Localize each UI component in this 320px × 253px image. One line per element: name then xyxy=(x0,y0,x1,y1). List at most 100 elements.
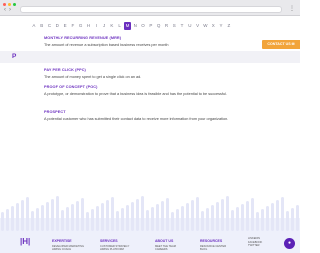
close-window-icon[interactable] xyxy=(3,3,6,6)
footer-link[interactable]: HIRING PLATFORM xyxy=(100,248,129,252)
alphabet-letter-c[interactable]: C xyxy=(46,22,54,30)
wave-drip xyxy=(226,196,229,231)
alphabet-letter-m[interactable]: M xyxy=(123,22,132,30)
wave-drip xyxy=(296,205,299,231)
wave-drip xyxy=(261,209,264,231)
twitter-link[interactable]: TWITTER xyxy=(248,244,262,248)
back-arrow-icon[interactable]: ‹ xyxy=(4,7,6,13)
alphabet-letter-t[interactable]: T xyxy=(178,22,186,30)
wave-drip xyxy=(131,202,134,231)
alphabet-letter-k[interactable]: K xyxy=(108,22,116,30)
wave-drip xyxy=(251,198,254,231)
footer-link[interactable]: BLOG xyxy=(200,248,226,252)
alphabet-letter-h[interactable]: H xyxy=(85,22,93,30)
glossary-entry: PROOF OF CONCEPT (POC) A prototype, or d… xyxy=(44,85,244,97)
wave-drip xyxy=(41,205,44,231)
footer-heading[interactable]: EXPERTISE xyxy=(52,239,84,243)
decorative-wave xyxy=(0,196,300,231)
wave-drip xyxy=(96,206,99,231)
minimize-window-icon[interactable] xyxy=(8,3,11,6)
footer-logo[interactable]: |H| xyxy=(20,237,30,246)
footer-column: EXPERTISE DEVELOPER MARKETING HIRING COA… xyxy=(52,239,84,252)
wave-drip xyxy=(271,203,274,231)
alphabet-letter-z[interactable]: Z xyxy=(225,22,233,30)
wave-drip xyxy=(76,201,79,231)
wave-drip xyxy=(11,206,14,231)
footer-column: RESOURCES RESOURCE CENTER BLOG xyxy=(200,239,226,252)
wave-drip xyxy=(1,212,4,231)
wave-drip xyxy=(6,209,9,231)
section-letter: P xyxy=(12,53,17,60)
chat-bubble-icon[interactable]: ● xyxy=(284,238,295,249)
wave-drip xyxy=(291,208,294,231)
wave-drip xyxy=(126,205,129,231)
glossary-entry: PAY PER CLICK (PPC) The amount of money … xyxy=(44,68,244,80)
wave-drip xyxy=(71,204,74,231)
wave-drip xyxy=(91,209,94,231)
footer-link[interactable]: HIRING COACH xyxy=(52,248,84,252)
wave-drip xyxy=(181,206,184,231)
alphabet-letter-j[interactable]: J xyxy=(100,22,108,30)
wave-drip xyxy=(246,201,249,231)
wave-drip xyxy=(86,212,89,231)
wave-drip xyxy=(61,210,64,231)
alphabet-letter-n[interactable]: N xyxy=(131,22,139,30)
wave-drip xyxy=(161,201,164,231)
glossary-definition: A potential customer who has submitted t… xyxy=(44,116,229,121)
alphabet-letter-d[interactable]: D xyxy=(53,22,61,30)
glossary-term: PROOF OF CONCEPT (POC) xyxy=(44,85,98,89)
alphabet-letter-e[interactable]: E xyxy=(61,22,69,30)
glossary-entry: MONTHLY RECURRING REVENUE (MRR) The amou… xyxy=(44,36,244,48)
wave-drip xyxy=(166,198,169,231)
wave-drip xyxy=(116,211,119,231)
footer-column: SERVICES CUSTOMER STRATEGY HIRING PLATFO… xyxy=(100,239,129,252)
footer-heading[interactable]: RESOURCES xyxy=(200,239,226,243)
alphabet-letter-w[interactable]: W xyxy=(202,22,210,30)
glossary-entry: PROSPECT A potential customer who has su… xyxy=(44,110,244,122)
alphabet-letter-y[interactable]: Y xyxy=(217,22,225,30)
wave-drip xyxy=(201,211,204,231)
forward-arrow-icon[interactable]: › xyxy=(9,7,11,13)
wave-drip xyxy=(266,206,269,231)
wave-drip xyxy=(56,196,59,231)
alphabet-letter-g[interactable]: G xyxy=(77,22,85,30)
wave-drip xyxy=(101,203,104,231)
glossary-definition: The amount of money spent to get a singl… xyxy=(44,74,142,79)
wave-drip xyxy=(106,200,109,231)
glossary-definition: The amount of revenue a subscription bas… xyxy=(44,42,169,47)
maximize-window-icon[interactable] xyxy=(13,3,16,6)
alphabet-letter-l[interactable]: L xyxy=(116,22,124,30)
wave-drip xyxy=(36,208,39,231)
alphabet-letter-v[interactable]: V xyxy=(194,22,202,30)
alphabet-letter-p[interactable]: P xyxy=(147,22,155,30)
footer-heading[interactable]: SERVICES xyxy=(100,239,129,243)
alphabet-nav: ABCDEFGHIJKLMNOPQRSTUVWXYZ xyxy=(30,22,233,30)
wave-drip xyxy=(51,199,54,231)
wave-drip xyxy=(216,202,219,231)
alphabet-letter-s[interactable]: S xyxy=(170,22,178,30)
footer-link[interactable]: CAREERS xyxy=(155,248,176,252)
alphabet-letter-a[interactable]: A xyxy=(30,22,38,30)
wave-drip xyxy=(26,197,29,231)
wave-drip xyxy=(31,211,34,231)
alphabet-letter-i[interactable]: I xyxy=(92,22,100,30)
alphabet-letter-b[interactable]: B xyxy=(38,22,46,30)
alphabet-letter-r[interactable]: R xyxy=(163,22,171,30)
wave-drip xyxy=(186,203,189,231)
wave-drip xyxy=(46,202,49,231)
address-bar[interactable] xyxy=(20,6,282,13)
alphabet-letter-q[interactable]: Q xyxy=(155,22,163,30)
wave-drip xyxy=(206,208,209,231)
wave-drip xyxy=(221,199,224,231)
alphabet-letter-u[interactable]: U xyxy=(186,22,194,30)
contact-us-button[interactable]: CONTACT US ✉ xyxy=(262,40,300,49)
footer-heading[interactable]: ABOUT US xyxy=(155,239,176,243)
alphabet-letter-f[interactable]: F xyxy=(69,22,77,30)
wave-drip xyxy=(211,205,214,231)
wave-drip xyxy=(111,197,114,231)
alphabet-letter-x[interactable]: X xyxy=(209,22,217,30)
browser-menu-icon[interactable]: ⋮ xyxy=(289,6,295,12)
alphabet-letter-o[interactable]: O xyxy=(139,22,147,30)
site-footer: |H| EXPERTISE DEVELOPER MARKETING HIRING… xyxy=(0,231,300,253)
wave-drip xyxy=(241,204,244,231)
